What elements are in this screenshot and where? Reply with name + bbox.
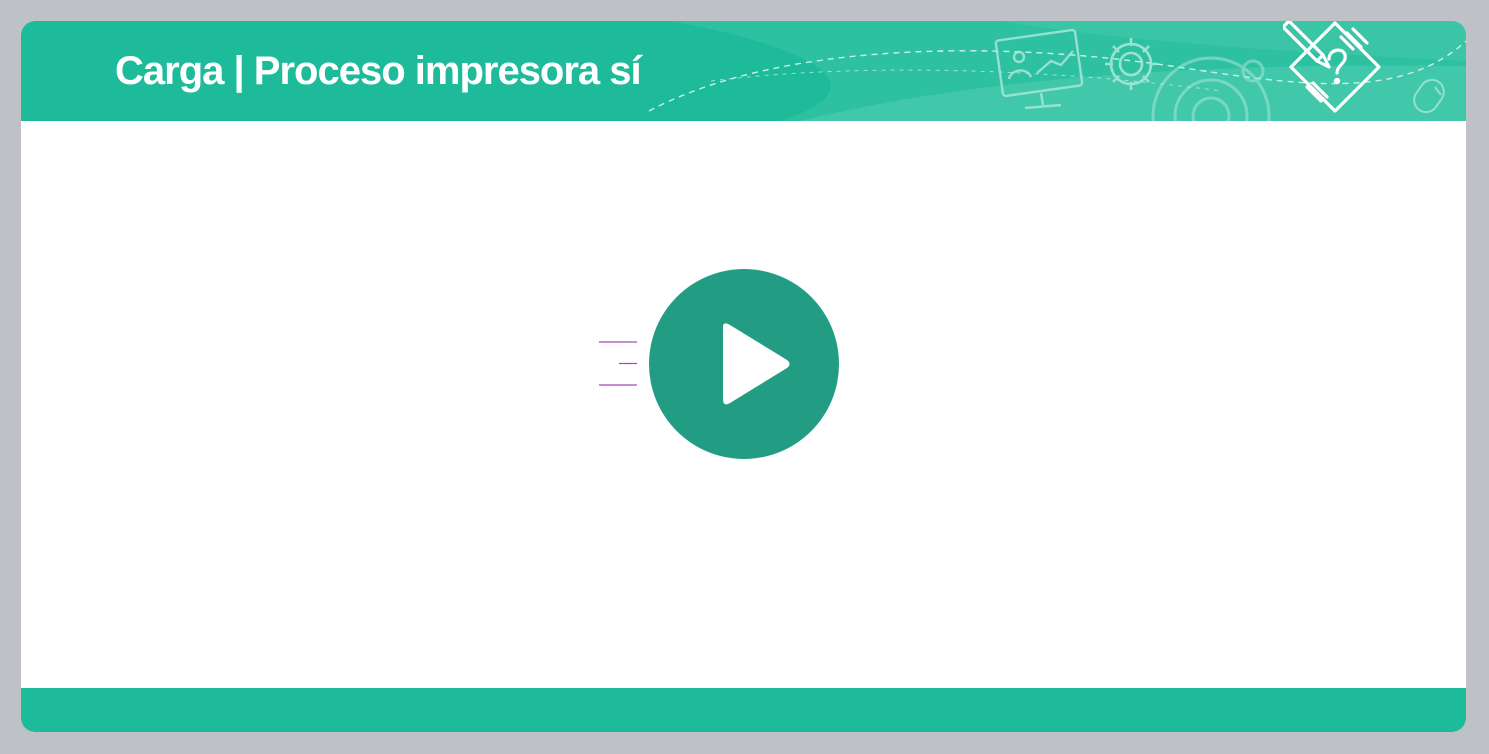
- footer-bar: [21, 688, 1466, 732]
- header-banner: Carga | Proceso impresora sí: [21, 21, 1466, 121]
- motion-lines-icon: [599, 341, 637, 386]
- play-icon: [723, 323, 790, 405]
- writing-hand-question-icon: [1283, 21, 1381, 113]
- video-area: [21, 121, 1466, 688]
- page-title: Carga | Proceso impresora sí: [115, 49, 642, 93]
- play-button[interactable]: [649, 269, 839, 459]
- lesson-card: Carga | Proceso impresora sí: [21, 21, 1466, 732]
